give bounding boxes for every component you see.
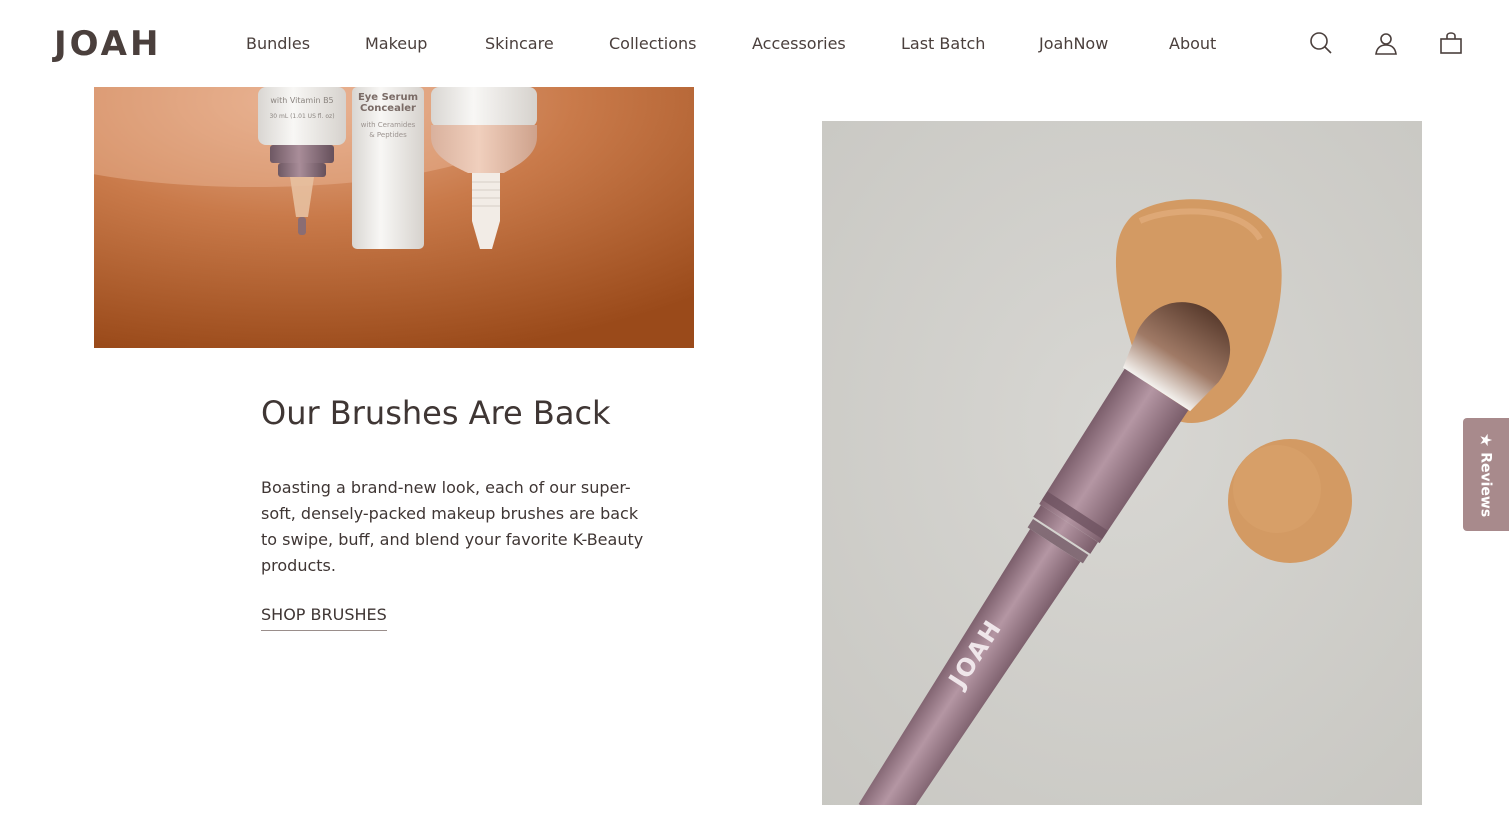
brush-image: JOAH	[822, 121, 1422, 805]
product-tubes-illustration: with Vitamin B5 30 mL (1.01 US fl. oz) E…	[94, 87, 694, 348]
nav-collections[interactable]: Collections	[609, 33, 696, 55]
star-icon: ★	[1476, 432, 1496, 447]
site-header: JOAH Bundles Makeup Skincare Collections…	[0, 0, 1509, 87]
reviews-tab[interactable]: ★ Reviews	[1463, 418, 1509, 531]
account-icon[interactable]	[1373, 30, 1399, 56]
section-title: Our Brushes Are Back	[261, 394, 611, 432]
svg-text:Concealer: Concealer	[360, 103, 416, 114]
cart-icon[interactable]	[1438, 30, 1464, 56]
nav-last-batch[interactable]: Last Batch	[901, 33, 985, 55]
nav-bundles[interactable]: Bundles	[246, 33, 310, 55]
search-icon[interactable]	[1308, 30, 1334, 56]
nav-makeup[interactable]: Makeup	[365, 33, 427, 55]
svg-text:Eye Serum: Eye Serum	[358, 92, 418, 103]
product-image: with Vitamin B5 30 mL (1.01 US fl. oz) E…	[94, 87, 694, 348]
nav-skincare[interactable]: Skincare	[485, 33, 554, 55]
svg-text:with Vitamin B5: with Vitamin B5	[270, 96, 333, 105]
reviews-tab-label: Reviews	[1478, 451, 1494, 517]
nav-joahnow[interactable]: JoahNow	[1039, 33, 1108, 55]
svg-text:with Ceramides: with Ceramides	[361, 121, 416, 129]
svg-text:& Peptides: & Peptides	[369, 131, 407, 139]
logo[interactable]: JOAH	[54, 24, 161, 64]
nav-accessories[interactable]: Accessories	[752, 33, 846, 55]
shop-brushes-link[interactable]: SHOP BRUSHES	[261, 604, 387, 631]
svg-text:30 mL (1.01 US fl. oz): 30 mL (1.01 US fl. oz)	[269, 113, 334, 120]
section-body: Boasting a brand-new look, each of our s…	[261, 478, 644, 575]
nav-about[interactable]: About	[1169, 33, 1216, 55]
reviews-tab-content: ★ Reviews	[1477, 432, 1496, 516]
brush-illustration: JOAH	[822, 121, 1422, 805]
